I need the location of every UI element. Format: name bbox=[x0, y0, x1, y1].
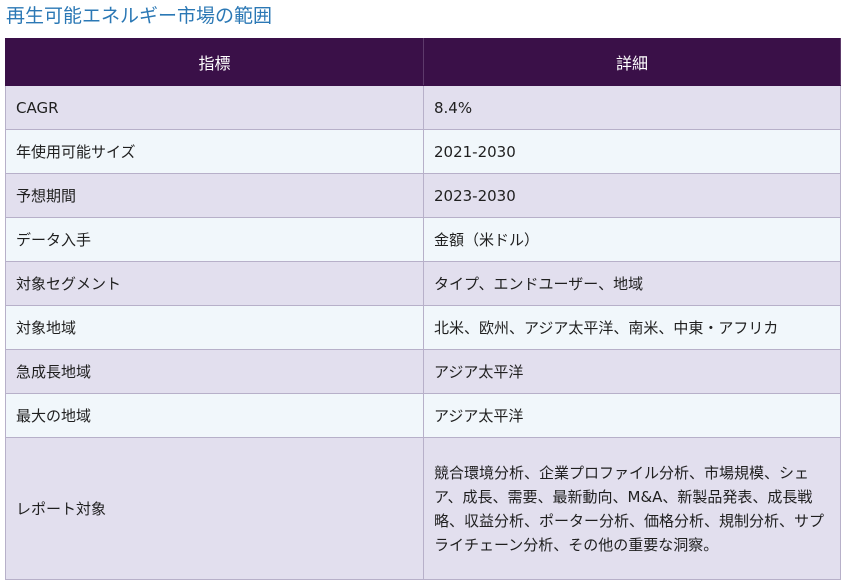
detail-cell: 2021-2030 bbox=[423, 129, 841, 174]
column-header-metric: 指標 bbox=[5, 38, 424, 86]
market-scope-table: 指標 詳細 CAGR 8.4% 年使用可能サイズ 2021-2030 予想期間 … bbox=[5, 38, 841, 580]
metric-cell: データ入手 bbox=[5, 217, 424, 262]
detail-cell: 8.4% bbox=[423, 85, 841, 130]
table-row: 対象地域 北米、欧州、アジア太平洋、南米、中東・アフリカ bbox=[5, 305, 841, 350]
table-row: 急成長地域 アジア太平洋 bbox=[5, 349, 841, 394]
detail-cell: タイプ、エンドユーザー、地域 bbox=[423, 261, 841, 306]
detail-cell: アジア太平洋 bbox=[423, 393, 841, 438]
table-row: レポート対象 競合環境分析、企業プロファイル分析、市場規模、シェア、成長、需要、… bbox=[5, 437, 841, 580]
page-title: 再生可能エネルギー市場の範囲 bbox=[6, 5, 273, 27]
detail-cell: 競合環境分析、企業プロファイル分析、市場規模、シェア、成長、需要、最新動向、M&… bbox=[423, 437, 841, 580]
table-row: 対象セグメント タイプ、エンドユーザー、地域 bbox=[5, 261, 841, 306]
table-row: データ入手 金額（米ドル） bbox=[5, 217, 841, 262]
metric-cell: 急成長地域 bbox=[5, 349, 424, 394]
metric-cell: 最大の地域 bbox=[5, 393, 424, 438]
detail-cell: 金額（米ドル） bbox=[423, 217, 841, 262]
metric-cell: 対象地域 bbox=[5, 305, 424, 350]
detail-cell: アジア太平洋 bbox=[423, 349, 841, 394]
metric-cell: 対象セグメント bbox=[5, 261, 424, 306]
detail-cell: 2023-2030 bbox=[423, 173, 841, 218]
column-header-detail: 詳細 bbox=[423, 38, 841, 86]
table-row: 年使用可能サイズ 2021-2030 bbox=[5, 129, 841, 174]
metric-cell: CAGR bbox=[5, 85, 424, 130]
table-row: 最大の地域 アジア太平洋 bbox=[5, 393, 841, 438]
table-header-row: 指標 詳細 bbox=[5, 38, 841, 86]
metric-cell: 予想期間 bbox=[5, 173, 424, 218]
detail-cell: 北米、欧州、アジア太平洋、南米、中東・アフリカ bbox=[423, 305, 841, 350]
metric-cell: レポート対象 bbox=[5, 437, 424, 580]
table-row: CAGR 8.4% bbox=[5, 85, 841, 130]
table-row: 予想期間 2023-2030 bbox=[5, 173, 841, 218]
metric-cell: 年使用可能サイズ bbox=[5, 129, 424, 174]
